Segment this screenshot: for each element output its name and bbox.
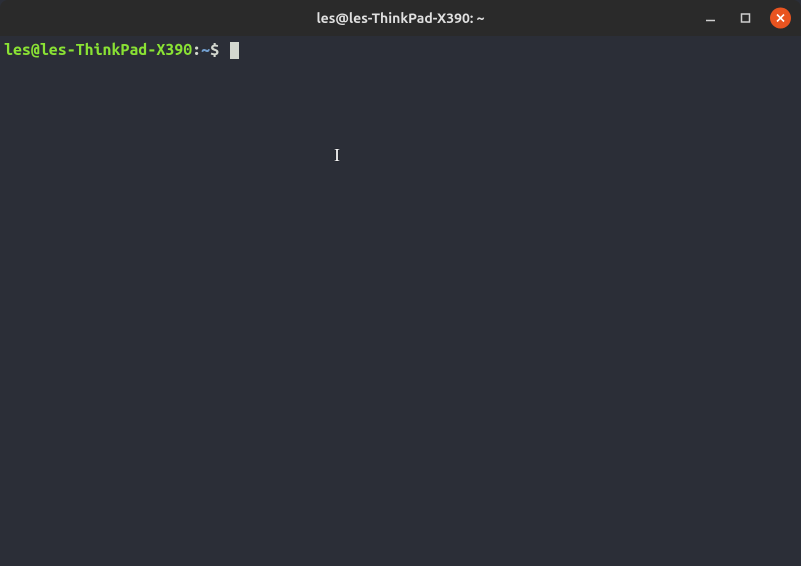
minimize-icon: [705, 13, 716, 24]
terminal-cursor: [230, 42, 239, 59]
titlebar[interactable]: les@les-ThinkPad-X390: ~: [0, 0, 801, 36]
window-controls: [700, 8, 791, 29]
prompt-user-host: les@les-ThinkPad-X390: [4, 41, 192, 59]
maximize-button[interactable]: [735, 8, 756, 29]
prompt-colon: :: [192, 41, 201, 59]
terminal-body[interactable]: les@les-ThinkPad-X390:~$ I: [0, 36, 801, 566]
maximize-icon: [740, 13, 751, 24]
close-button[interactable]: [770, 8, 791, 29]
minimize-button[interactable]: [700, 8, 721, 29]
close-icon: [775, 13, 786, 24]
window-title: les@les-ThinkPad-X390: ~: [316, 10, 484, 26]
prompt-path: ~: [201, 41, 210, 59]
prompt-line: les@les-ThinkPad-X390:~$: [4, 40, 797, 60]
prompt-symbol: $: [210, 41, 228, 59]
ibeam-cursor-icon: I: [334, 144, 340, 167]
